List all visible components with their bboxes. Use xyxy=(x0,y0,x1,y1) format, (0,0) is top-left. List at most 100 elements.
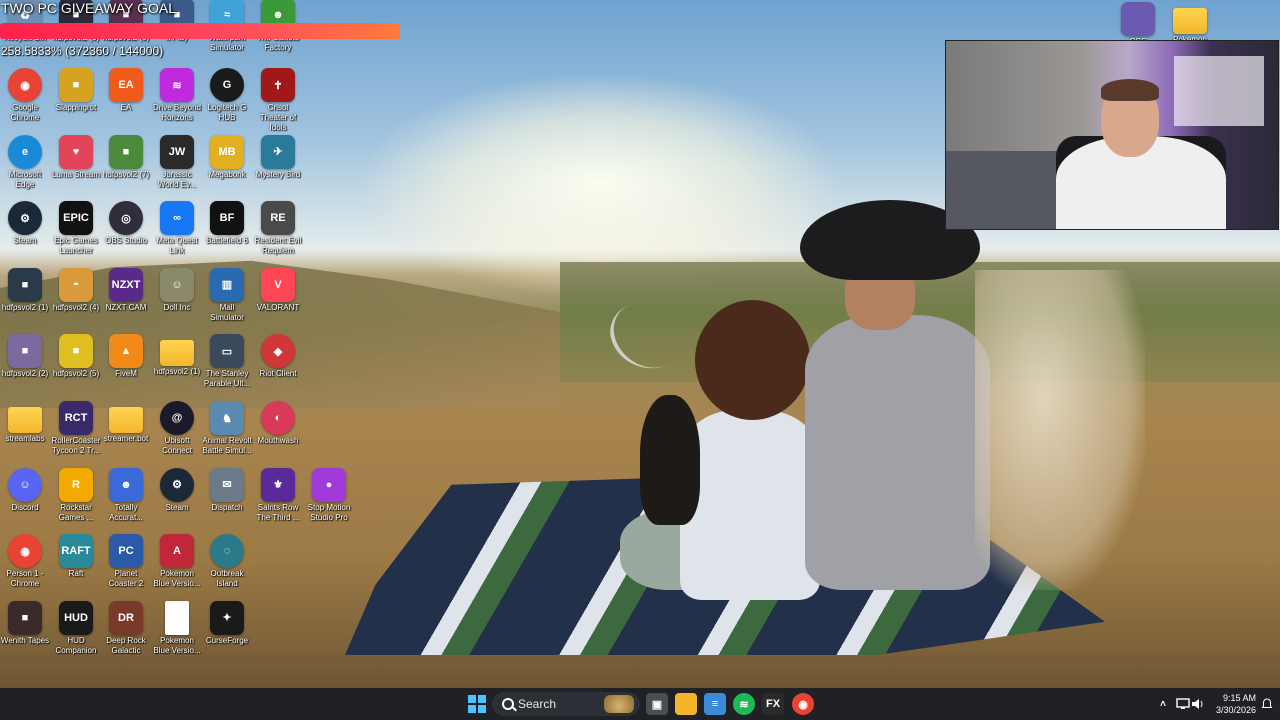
desktop-icon-ea[interactable]: EA EA xyxy=(101,68,151,134)
desktop-icon-the-stanley-parable-ult[interactable]: ▭ The Stanley Parable Ult... xyxy=(202,334,252,400)
desktop-icon-pokemon-blue-versio[interactable]: Pokemon Blue Versio... xyxy=(152,600,202,667)
goal-progress-text: 258.5833% (372360 / 144000) xyxy=(1,44,164,58)
desktop-icon-valorant[interactable]: V VALORANT xyxy=(253,267,303,334)
pin-icon: ♥ xyxy=(59,134,93,169)
taskbar-search[interactable]: Search xyxy=(492,692,640,716)
game-icon: ■ xyxy=(59,68,93,102)
desktop-icon-nzxt-cam[interactable]: NZXT NZXT CAM xyxy=(101,267,151,334)
taskbar-chrome-icon[interactable]: ◉ xyxy=(792,693,814,715)
wallpaper-dog xyxy=(975,270,1145,590)
desktop-icon-mall-simulator[interactable]: ▥ Mall Simulator xyxy=(202,267,252,334)
desktop-icon-label: CurseForge xyxy=(205,635,249,645)
desktop-icon-raft[interactable]: RAFT Raft xyxy=(51,534,101,600)
notifications-icon[interactable] xyxy=(1256,693,1278,715)
desktop-icon-deep-rock-galactic[interactable]: DR Deep Rock Galactic xyxy=(101,600,151,667)
desktop-icon-steam[interactable]: ⚙ Steam xyxy=(152,467,202,534)
desktop-icon-curseforge[interactable]: ✦ CurseForge xyxy=(202,600,252,667)
desktop-icon-person-1-chrome[interactable]: ◉ Person 1 - Chrome xyxy=(0,534,50,600)
search-highlight-icon xyxy=(604,695,634,713)
desktop-icon-riot-client[interactable]: ◆ Riot Client xyxy=(253,334,303,400)
desktop-icon-logitech-g-hub[interactable]: G Logitech G HUB xyxy=(202,68,252,134)
desktop-icon-doll-inc[interactable]: ☺ Doll Inc xyxy=(152,267,202,334)
stanley-icon: ▭ xyxy=(210,334,244,369)
desktop-icon-stop-motion-studio-pro[interactable]: ● Stop Motion Studio Pro xyxy=(304,467,354,534)
obs-icon: ◎ xyxy=(109,201,143,236)
deeprock-icon: DR xyxy=(109,600,143,635)
desktop-icon-label: Battlefield 6 xyxy=(206,236,248,246)
desktop-icon-label: HUD Companion xyxy=(55,635,97,655)
desktop-icon-outbreak-island[interactable]: ◌ Outbreak Island xyxy=(202,534,252,600)
burger-icon: ◓ xyxy=(59,267,93,302)
desktop-icon-rockstar-games[interactable]: R Rockstar Games ... xyxy=(51,467,101,534)
re-icon: RE xyxy=(261,201,295,236)
ea-icon: EA xyxy=(109,68,143,102)
outbreak-icon: ◌ xyxy=(210,534,244,569)
rockstar-icon: R xyxy=(59,467,93,502)
desktop-icon-streamer-bot[interactable]: streamer.bot xyxy=(101,401,151,467)
desktop-icon-hud-companion[interactable]: HUD HUD Companion xyxy=(51,600,101,667)
taskbar-notepad-icon[interactable]: ≡ xyxy=(704,693,726,715)
desktop-icon-streamlabs[interactable]: streamlabs xyxy=(0,401,50,467)
desktop-icon-planet-coaster-2[interactable]: PC Planet Coaster 2 xyxy=(101,534,151,600)
desktop-icon-saints-row-the-third[interactable]: ⚜ Saints Row The Third ... xyxy=(253,467,303,534)
desktop-icon-mystery-bird[interactable]: ✈ Mystery Bird xyxy=(253,134,303,201)
desktop-icon-dispatch[interactable]: ✉ Dispatch xyxy=(202,467,252,534)
desktop-icon-hdfpsvol2-1[interactable]: ■ hdfpsvol2 (1) xyxy=(0,267,50,334)
desktop-icon-hdfpsvol2-1[interactable]: hdfpsvol2 (1) xyxy=(152,334,202,400)
show-hidden-icons-chevron-icon[interactable]: ˄ xyxy=(1152,693,1174,715)
desktop-icon-hdfpsvol2-7[interactable]: ■ hdfpsvol2 (7) xyxy=(101,134,151,201)
desktop-icon-discord[interactable]: ☺ Discord xyxy=(0,467,50,534)
desktop-icon-ubisoft-connect[interactable]: @ Ubisoft Connect xyxy=(152,401,202,467)
desktop-icon-mouthwash[interactable]: ◐ Mouthwash xyxy=(253,401,303,467)
desktop-icon-label: Deep Rock Galactic xyxy=(106,635,146,655)
desktop-icon-crisol-theater-of-idols[interactable]: ✝ Crisol Theater of Idols xyxy=(253,68,303,134)
desktop-icon-megabonk[interactable]: MB Megabonk xyxy=(202,134,252,201)
desktop-icon-google-chrome[interactable]: ◉ Google Chrome xyxy=(0,68,50,134)
game-icon: ■ xyxy=(59,334,93,369)
desktop-icon-hdfpsvol2-5[interactable]: ■hdfpsvol2 (5) xyxy=(51,334,101,400)
desktop-icon-drive-beyond-horizons[interactable]: ≋ Drive Beyond Horizons xyxy=(152,68,202,134)
desktop-icon-epic-games-launcher[interactable]: EPIC Epic Games Launcher xyxy=(51,201,101,267)
mall-icon: ▥ xyxy=(210,267,244,302)
desktop-icon-jurassic-world-ev[interactable]: JW Jurassic World Ev... xyxy=(152,134,202,201)
taskbar-file-explorer-icon[interactable] xyxy=(675,693,697,715)
taskbar-task-view-icon[interactable]: ▣ xyxy=(646,693,668,715)
desktop-icon-microsoft-edge[interactable]: e Microsoft Edge xyxy=(0,134,50,201)
desktop-icon-fivem[interactable]: ▲ FiveM xyxy=(101,334,151,400)
steam-icon: ⚙ xyxy=(8,201,42,236)
desktop-icon-steam[interactable]: ⚙ Steam xyxy=(0,201,50,267)
desktop-icon-rollercoaster-tycoon-2-tr[interactable]: RCT RollerCoaster Tycoon 2 Tr... xyxy=(51,401,101,467)
nzxt-icon: NZXT xyxy=(109,267,143,302)
start-button[interactable] xyxy=(466,693,488,715)
goal-progress-bar xyxy=(0,23,400,39)
clock-date: 3/30/2026 xyxy=(1215,705,1256,715)
desktop-icon-label: hdfpsvol2 (4) xyxy=(52,302,100,312)
desktop-icon-obs-studio[interactable]: ◎ OBS Studio xyxy=(101,201,151,267)
taskbar-hudfx-icon[interactable]: FX xyxy=(762,693,784,715)
desktop-icon-luma-stream[interactable]: ♥ Luma Stream xyxy=(51,134,101,201)
desktop-icon-label: Dispatch xyxy=(211,502,243,512)
taskbar-spotify-icon[interactable]: ≋ xyxy=(733,693,755,715)
desktop-icon-slappingrot[interactable]: ■ Slappingrot xyxy=(51,68,101,134)
desktop-icon-label: Animal Revolt Battle Simul... xyxy=(202,436,252,455)
riot-icon: ◆ xyxy=(261,334,295,369)
goal-title: TWO PC GIVEAWAY GOAL xyxy=(1,0,177,16)
desktop-icon-meta-quest-link[interactable]: ∞ Meta Quest Link xyxy=(152,201,202,267)
desktop-icon-battlefield-6[interactable]: BF Battlefield 6 xyxy=(202,201,252,267)
desktop-icon-resident-evil-requiem[interactable]: RE Resident Evil Requiem xyxy=(253,201,303,267)
desktop-icon-animal-revolt-battle-simul[interactable]: ♞ Animal Revolt Battle Simul... xyxy=(202,401,252,467)
file-icon xyxy=(165,600,189,635)
desktop-icon-wenith-tapes[interactable]: ■ Wenith Tapes xyxy=(0,600,50,667)
desktop-icon-label: NZXT CAM xyxy=(105,302,147,312)
desktop-icon-hdfpsvol2-2[interactable]: ■ hdfpsvol2 (2) xyxy=(0,334,50,400)
desktop-icon-hdfpsvol2-4[interactable]: ◓ hdfpsvol2 (4) xyxy=(51,267,101,334)
desktop-icon-label: Resident Evil Requiem xyxy=(254,236,302,256)
desktop-icon-totally-accurat[interactable]: ☻ Totally Accurat... xyxy=(101,467,151,534)
crisol-icon: ✝ xyxy=(261,68,295,102)
rct-icon: RCT xyxy=(59,401,93,435)
system-clock[interactable]: 9:15 AM 3/30/2026 xyxy=(1206,692,1256,716)
drive-icon: ≋ xyxy=(160,68,194,102)
stopmotion-icon: ● xyxy=(312,467,346,502)
desktop-icon-pokemon-blue-versio[interactable]: A Pokemon Blue Versio... xyxy=(152,534,202,600)
desktop-icon-label: Mall Simulator xyxy=(210,302,244,322)
